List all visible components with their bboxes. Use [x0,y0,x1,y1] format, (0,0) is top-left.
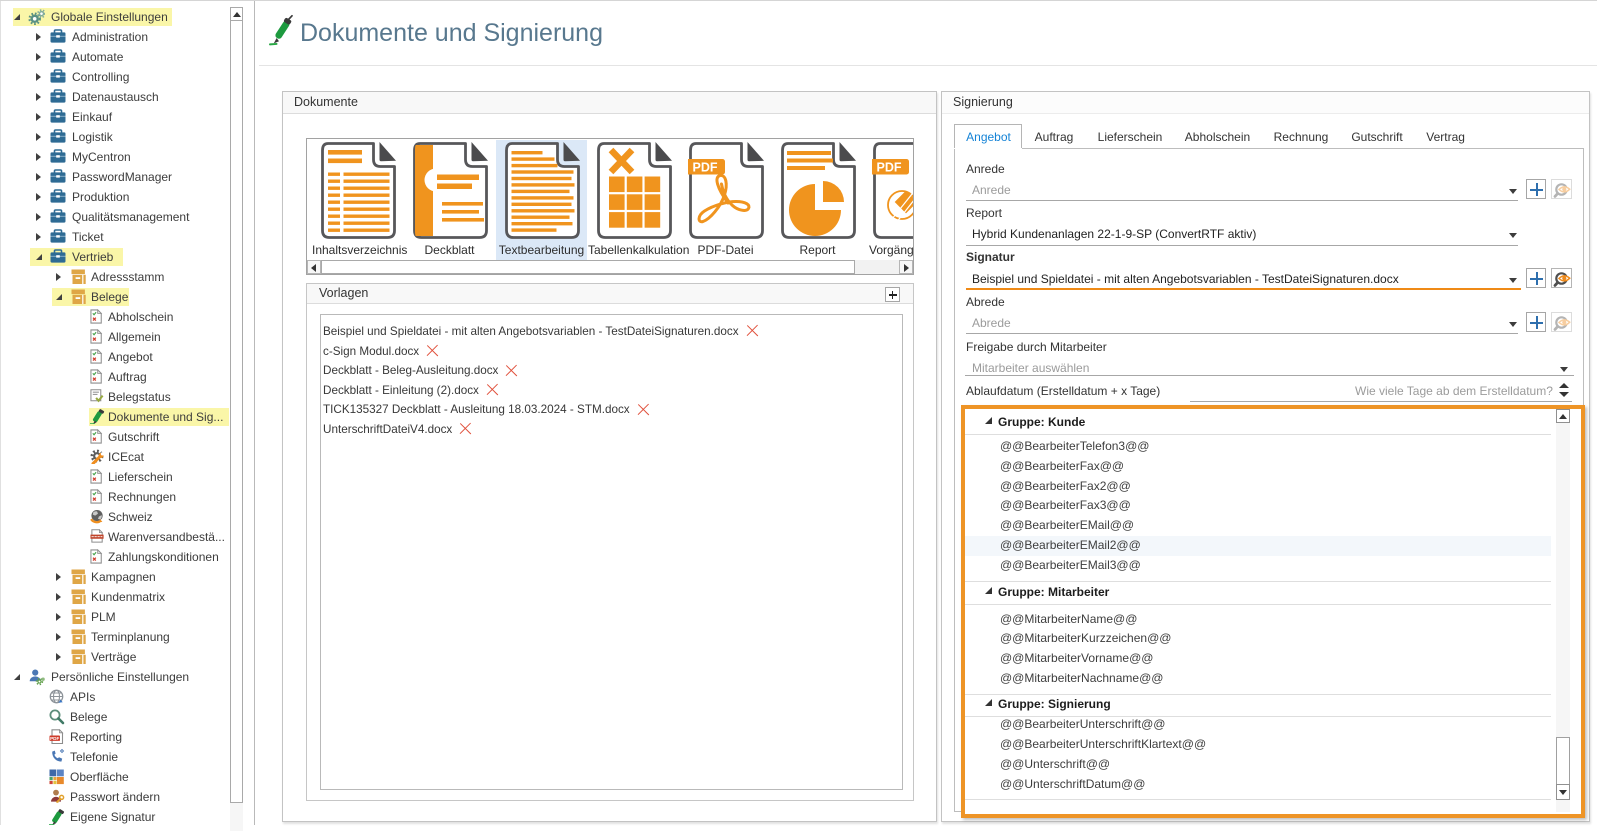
svg-text:PDF: PDF [877,161,902,175]
svg-text:PDF: PDF [693,161,718,175]
